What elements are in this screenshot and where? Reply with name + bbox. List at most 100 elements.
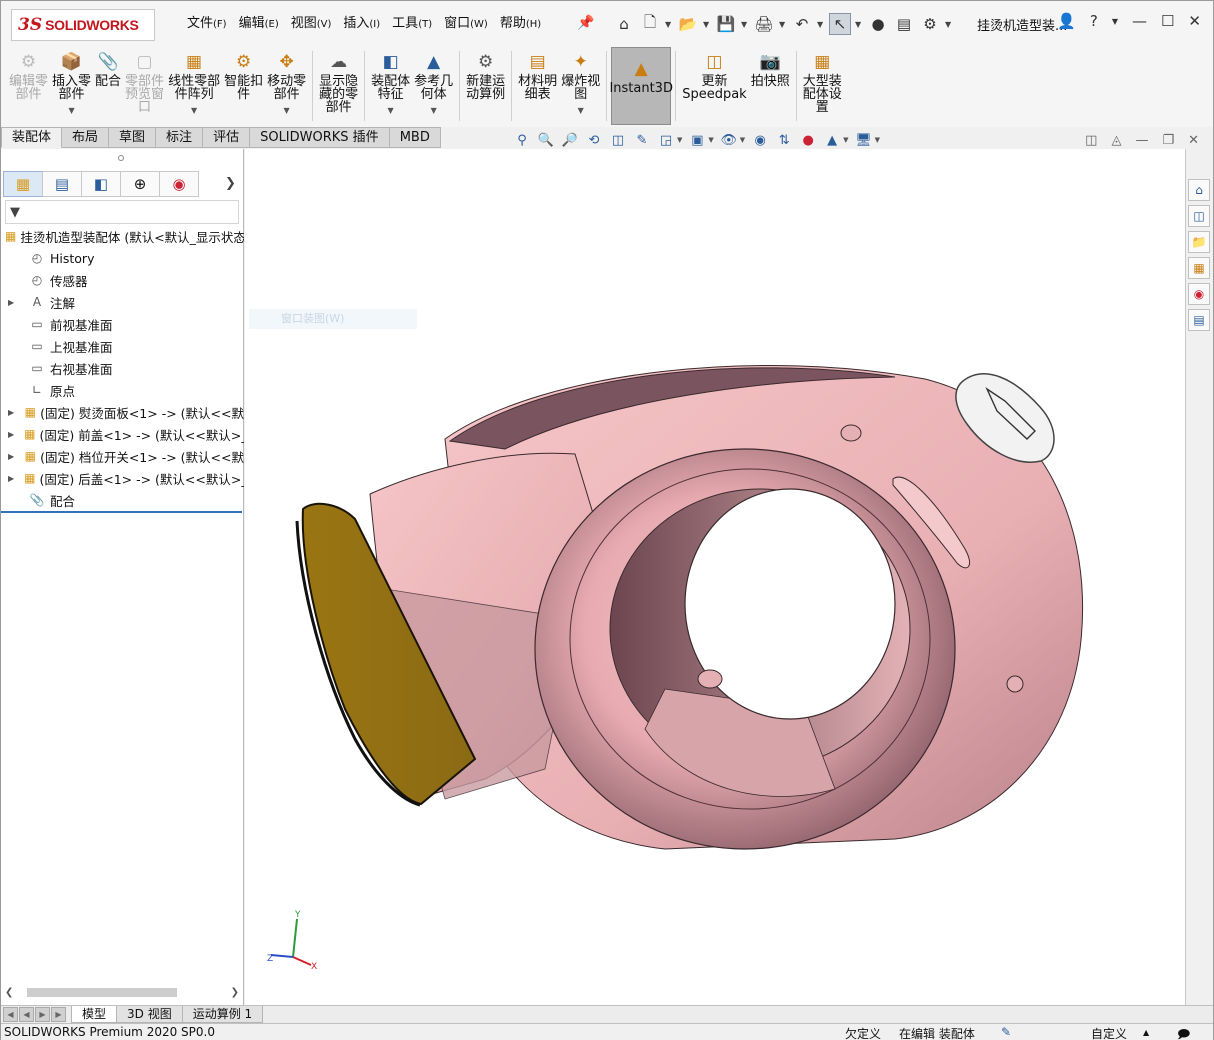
new-document-icon[interactable]: 🗋: [639, 13, 661, 35]
viewport-minimize-icon[interactable]: —: [1135, 133, 1148, 148]
tab-6[interactable]: MBD: [389, 127, 441, 148]
save-icon[interactable]: 💾: [715, 13, 737, 35]
section-view-icon[interactable]: ◫: [609, 131, 627, 149]
user-icon[interactable]: 👤: [1057, 12, 1076, 30]
custom-properties-icon[interactable]: ▤: [1188, 309, 1210, 331]
chevron-down-icon[interactable]: ▼: [817, 20, 825, 29]
tile-right-icon[interactable]: ◬: [1111, 133, 1121, 148]
command-button-4[interactable]: ▦ 线性零部 件阵列 ▼: [166, 47, 222, 125]
chevron-down-icon[interactable]: ▼: [740, 136, 745, 144]
zoom-to-fit-icon[interactable]: ⚲: [513, 131, 531, 149]
viewport-restore-icon[interactable]: ❐: [1162, 133, 1174, 148]
tab-5[interactable]: SOLIDWORKS 插件: [250, 127, 390, 148]
tree-item[interactable]: ▶ ▦ (固定) 熨烫面板<1> -> (默认<<默: [1, 401, 244, 423]
appearance-sphere-icon[interactable]: ●: [799, 131, 817, 149]
print-icon[interactable]: 🖨: [753, 13, 775, 35]
dynamic-annotation-icon[interactable]: ✎: [633, 131, 651, 149]
display-manager-tab-icon[interactable]: ◉: [159, 171, 199, 197]
chevron-down-icon[interactable]: ▼: [855, 20, 863, 29]
home-icon[interactable]: ⌂: [613, 13, 635, 35]
menu-item-1[interactable]: 编辑(E): [233, 15, 285, 33]
tab-2[interactable]: 草图: [109, 127, 157, 148]
chevron-down-icon[interactable]: ▼: [708, 136, 713, 144]
bottom-tab-2[interactable]: 运动算例 1: [181, 1006, 264, 1023]
select-pointer-icon[interactable]: ↖: [829, 13, 851, 35]
display-style-icon[interactable]: ▣: [688, 131, 706, 149]
command-button-16[interactable]: ▦ 大型装 配体设 置: [801, 47, 844, 125]
help-chevron-down-icon[interactable]: ▼: [1112, 17, 1118, 26]
viewport-close-icon[interactable]: ✕: [1188, 133, 1199, 148]
command-button-2[interactable]: 📎 配合: [93, 47, 123, 125]
chevron-down-icon[interactable]: ▼: [843, 136, 848, 144]
command-button-15[interactable]: 📷 拍快照: [749, 47, 792, 125]
chevron-down-icon[interactable]: ▼: [578, 104, 584, 117]
scroll-right-icon[interactable]: ❯: [231, 987, 239, 998]
chevron-down-icon[interactable]: ▼: [875, 136, 880, 144]
tree-item[interactable]: ∟ 原点: [1, 379, 244, 401]
zoom-to-area-icon[interactable]: 🔍: [537, 131, 555, 149]
chevron-right-icon[interactable]: ❯: [225, 176, 236, 191]
undo-icon[interactable]: ↶: [791, 13, 813, 35]
scroll-left-icon[interactable]: ❮: [5, 987, 13, 998]
command-button-8[interactable]: ◧ 装配体 特征 ▼: [369, 47, 412, 125]
chevron-down-icon[interactable]: ▼: [191, 104, 197, 117]
design-library-icon[interactable]: ◫: [1188, 205, 1210, 227]
chevron-down-icon[interactable]: ▼: [945, 20, 953, 29]
menu-item-0[interactable]: 文件(F): [181, 15, 233, 33]
command-button-5[interactable]: ⚙ 智能扣 件: [222, 47, 265, 125]
menu-item-4[interactable]: 工具(T): [386, 15, 438, 33]
hide-show-items-icon[interactable]: 👁: [720, 131, 738, 149]
command-button-12[interactable]: ✦ 爆炸视 图 ▼: [559, 47, 602, 125]
minimize-icon[interactable]: —: [1132, 12, 1147, 30]
tree-item[interactable]: ◴ 传感器: [1, 269, 244, 291]
chevron-down-icon[interactable]: ▼: [284, 104, 290, 117]
rollback-bar[interactable]: [1, 511, 242, 513]
help-icon[interactable]: ?: [1090, 12, 1098, 30]
solidworks-logo[interactable]: 3S SOLIDWORKS: [11, 9, 155, 41]
tab-1[interactable]: 布局: [62, 127, 110, 148]
assembly-model[interactable]: Y X Z: [245, 149, 1185, 1005]
property-manager-tab-icon[interactable]: ▤: [42, 171, 82, 197]
feature-manager-tab-icon[interactable]: ▦: [3, 171, 43, 197]
menu-item-6[interactable]: 帮助(H): [494, 15, 547, 33]
zoom-to-selection-icon[interactable]: 🔎: [561, 131, 579, 149]
pin-menu-icon[interactable]: 📌: [577, 15, 594, 31]
tree-item[interactable]: 📎 配合: [1, 489, 244, 511]
rebuild-status-icon[interactable]: ✎: [1001, 1025, 1011, 1039]
tab-4[interactable]: 评估: [203, 127, 251, 148]
chevron-down-icon[interactable]: ▼: [677, 136, 682, 144]
tree-item[interactable]: ▶ ▦ (固定) 前盖<1> -> (默认<<默认>_: [1, 423, 244, 445]
tree-item[interactable]: ▭ 前视基准面: [1, 313, 244, 335]
bottom-tab-1[interactable]: 3D 视图: [116, 1006, 183, 1023]
command-button-14[interactable]: ◫ 更新 Speedpak: [680, 47, 749, 125]
bottom-tab-0[interactable]: 模型: [71, 1006, 118, 1023]
chevron-down-icon[interactable]: ▼: [779, 20, 787, 29]
chevron-down-icon[interactable]: ▼: [665, 20, 673, 29]
open-folder-icon[interactable]: 📂: [677, 13, 699, 35]
previous-view-icon[interactable]: ⟲: [585, 131, 603, 149]
panel-split-handle[interactable]: [118, 155, 124, 161]
next-tab-icon[interactable]: ▶: [35, 1007, 50, 1022]
expand-chevron-icon[interactable]: ▶: [8, 452, 14, 461]
tree-item[interactable]: ▶ ▦ (固定) 档位开关<1> -> (默认<<默: [1, 445, 244, 467]
command-button-9[interactable]: ▲ 参考几 何体 ▼: [412, 47, 455, 125]
tree-item[interactable]: ▭ 右视基准面: [1, 357, 244, 379]
close-icon[interactable]: ✕: [1188, 12, 1201, 30]
command-button-1[interactable]: 📦 插入零 部件 ▼: [50, 47, 93, 125]
chevron-down-icon[interactable]: ▼: [68, 104, 74, 117]
prev-tab-icon[interactable]: ◀: [19, 1007, 34, 1022]
menu-item-3[interactable]: 插入(I): [337, 15, 386, 33]
rebuild-traffic-light-icon[interactable]: ●: [867, 13, 889, 35]
command-button-6[interactable]: ✥ 移动零 部件 ▼: [265, 47, 308, 125]
command-button-10[interactable]: ⚙ 新建运 动算例: [464, 47, 507, 125]
command-button-0[interactable]: ⚙ 编辑零 部件: [7, 47, 50, 125]
command-button-7[interactable]: ☁ 显示隐 藏的零 部件: [317, 47, 360, 125]
menu-item-2[interactable]: 视图(V): [285, 15, 338, 33]
tree-root-assembly[interactable]: ▦ 挂烫机造型装配体 (默认<默认_显示状态: [1, 225, 244, 247]
units-custom[interactable]: 自定义: [1091, 1025, 1127, 1040]
edit-appearance-icon[interactable]: ◉: [751, 131, 769, 149]
help-chat-icon[interactable]: 🗩: [1177, 1025, 1190, 1040]
tab-3[interactable]: 标注: [156, 127, 204, 148]
tree-item[interactable]: ▭ 上视基准面: [1, 335, 244, 357]
scroll-thumb[interactable]: [27, 987, 178, 997]
